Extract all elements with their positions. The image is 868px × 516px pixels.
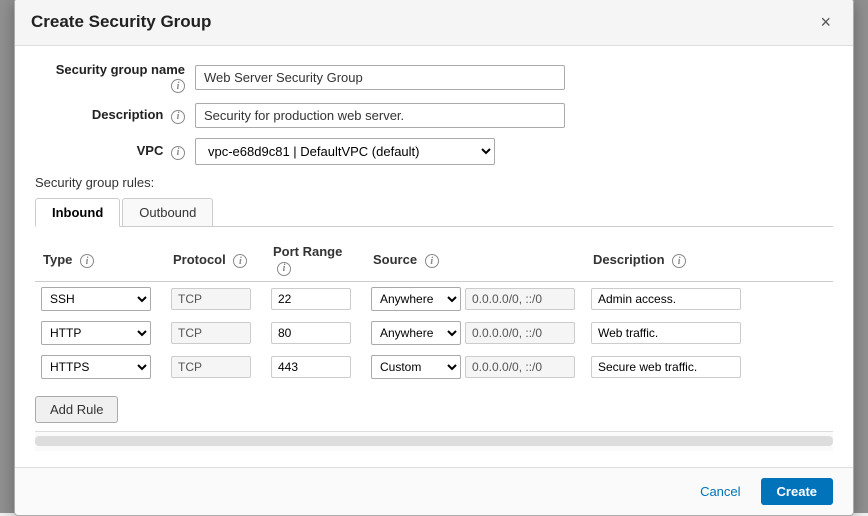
- rule-1-protocol-input[interactable]: [171, 288, 251, 310]
- name-info-icon[interactable]: i: [171, 79, 185, 93]
- modal-title: Create Security Group: [31, 12, 211, 32]
- desc-info-icon[interactable]: i: [171, 110, 185, 124]
- rule-1-type-select[interactable]: SSH HTTP HTTPS Custom TCP All Traffic: [41, 287, 151, 311]
- rules-tabs: Inbound Outbound: [35, 198, 833, 227]
- table-row: SSH HTTP HTTPS Custom TCP All Traffic: [35, 316, 833, 350]
- type-header-info-icon[interactable]: i: [80, 254, 94, 268]
- cancel-button[interactable]: Cancel: [690, 479, 750, 504]
- modal-header: Create Security Group ×: [15, 0, 853, 46]
- table-row: SSH HTTP HTTPS Custom TCP All Traffic: [35, 350, 833, 384]
- rule-2-protocol-cell: [165, 316, 265, 350]
- description-row: Description i: [35, 103, 833, 128]
- rule-3-source-cell: Anywhere Custom My IP: [365, 350, 585, 384]
- rule-2-desc-input[interactable]: [591, 322, 741, 344]
- rule-3-protocol-input[interactable]: [171, 356, 251, 378]
- rule-2-source-cell: Anywhere Custom My IP: [365, 316, 585, 350]
- vpc-select[interactable]: vpc-e68d9c81 | DefaultVPC (default): [195, 138, 495, 165]
- col-header-protocol: Protocol i: [165, 239, 265, 281]
- horizontal-scrollbar[interactable]: [35, 431, 833, 451]
- rules-section-label: Security group rules:: [35, 175, 833, 190]
- source-header-info-icon[interactable]: i: [425, 254, 439, 268]
- table-header-row: Type i Protocol i Port Range i Source: [35, 239, 833, 281]
- description-input[interactable]: [195, 103, 565, 128]
- close-button[interactable]: ×: [814, 11, 837, 33]
- vpc-info-icon[interactable]: i: [171, 146, 185, 160]
- rule-3-desc-cell: [585, 350, 833, 384]
- rule-1-desc-input[interactable]: [591, 288, 741, 310]
- rule-3-desc-input[interactable]: [591, 356, 741, 378]
- name-input[interactable]: [195, 65, 565, 90]
- rule-2-source-select[interactable]: Anywhere Custom My IP: [371, 321, 461, 345]
- create-button[interactable]: Create: [761, 478, 833, 505]
- rule-2-protocol-input[interactable]: [171, 322, 251, 344]
- table-row: SSH HTTP HTTPS Custom TCP All Traffic: [35, 281, 833, 316]
- scrollbar-track: [35, 436, 833, 446]
- rule-2-port-input[interactable]: [271, 322, 351, 344]
- protocol-header-info-icon[interactable]: i: [233, 254, 247, 268]
- tab-inbound[interactable]: Inbound: [35, 198, 120, 227]
- rule-3-protocol-cell: [165, 350, 265, 384]
- rule-1-port-cell: [265, 281, 365, 316]
- rule-2-type-select[interactable]: SSH HTTP HTTPS Custom TCP All Traffic: [41, 321, 151, 345]
- rule-3-source-select[interactable]: Anywhere Custom My IP: [371, 355, 461, 379]
- rule-1-source-cell: Anywhere Custom My IP: [365, 281, 585, 316]
- rule-3-type-select[interactable]: SSH HTTP HTTPS Custom TCP All Traffic: [41, 355, 151, 379]
- modal-overlay: Create Security Group × Security group n…: [0, 0, 868, 513]
- desc-header-info-icon[interactable]: i: [672, 254, 686, 268]
- add-rule-button[interactable]: Add Rule: [35, 396, 118, 423]
- rule-1-desc-cell: [585, 281, 833, 316]
- create-security-group-modal: Create Security Group × Security group n…: [14, 0, 854, 516]
- rules-table: Type i Protocol i Port Range i Source: [35, 239, 833, 384]
- rule-1-type-cell: SSH HTTP HTTPS Custom TCP All Traffic: [35, 281, 165, 316]
- col-header-type: Type i: [35, 239, 165, 281]
- rule-1-port-input[interactable]: [271, 288, 351, 310]
- rule-2-cidr-input[interactable]: [465, 322, 575, 344]
- rule-3-port-cell: [265, 350, 365, 384]
- tab-outbound[interactable]: Outbound: [122, 198, 213, 226]
- col-header-source: Source i: [365, 239, 585, 281]
- col-header-description: Description i: [585, 239, 833, 281]
- rule-1-source-select[interactable]: Anywhere Custom My IP: [371, 287, 461, 311]
- rule-1-cidr-input[interactable]: [465, 288, 575, 310]
- description-label: Description i: [35, 107, 195, 124]
- vpc-label: VPC i: [35, 143, 195, 160]
- col-header-port-range: Port Range i: [265, 239, 365, 281]
- name-row: Security group name i: [35, 62, 833, 94]
- port-header-info-icon[interactable]: i: [277, 262, 291, 276]
- modal-footer: Cancel Create: [15, 467, 853, 515]
- rule-3-port-input[interactable]: [271, 356, 351, 378]
- rule-2-desc-cell: [585, 316, 833, 350]
- name-label: Security group name i: [35, 62, 195, 94]
- rule-1-protocol-cell: [165, 281, 265, 316]
- modal-body: Security group name i Description i VPC …: [15, 46, 853, 467]
- rule-3-type-cell: SSH HTTP HTTPS Custom TCP All Traffic: [35, 350, 165, 384]
- rule-2-port-cell: [265, 316, 365, 350]
- rule-3-cidr-input[interactable]: [465, 356, 575, 378]
- vpc-row: VPC i vpc-e68d9c81 | DefaultVPC (default…: [35, 138, 833, 165]
- rule-2-type-cell: SSH HTTP HTTPS Custom TCP All Traffic: [35, 316, 165, 350]
